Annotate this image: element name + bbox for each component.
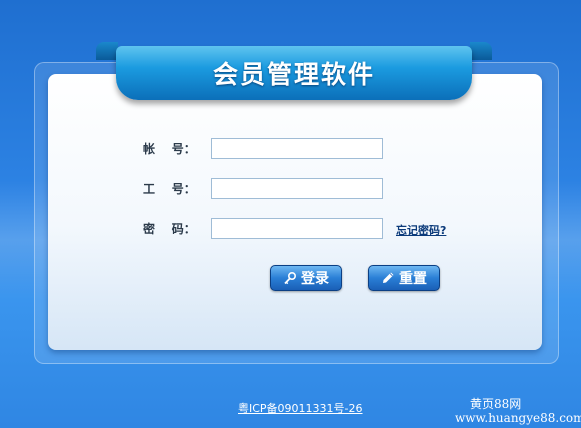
account-label: 帐 号： [143,142,196,156]
pencil-icon [381,271,395,285]
icp-footer-link[interactable]: 粤ICP备09011331号-26 [238,400,363,416]
banner-tab-right [470,42,492,60]
password-label: 密 码： [143,222,196,236]
password-input[interactable] [211,218,383,239]
key-icon [283,271,297,285]
account-input[interactable] [211,138,383,159]
worker-id-label: 工 号： [143,182,196,196]
forgot-password-link[interactable]: 忘记密码? [396,222,446,238]
watermark-url: www.huangye88.com [455,411,581,425]
login-panel [48,74,542,350]
login-button-label: 登录 [301,271,329,287]
banner-tab-left [96,42,118,60]
app-title: 会员管理软件 [212,60,375,89]
reset-button[interactable]: 重置 [368,265,440,291]
watermark-site-name: 黄页88网 [470,397,522,411]
reset-button-label: 重置 [399,271,427,287]
worker-id-input[interactable] [211,178,383,199]
login-button[interactable]: 登录 [270,265,342,291]
